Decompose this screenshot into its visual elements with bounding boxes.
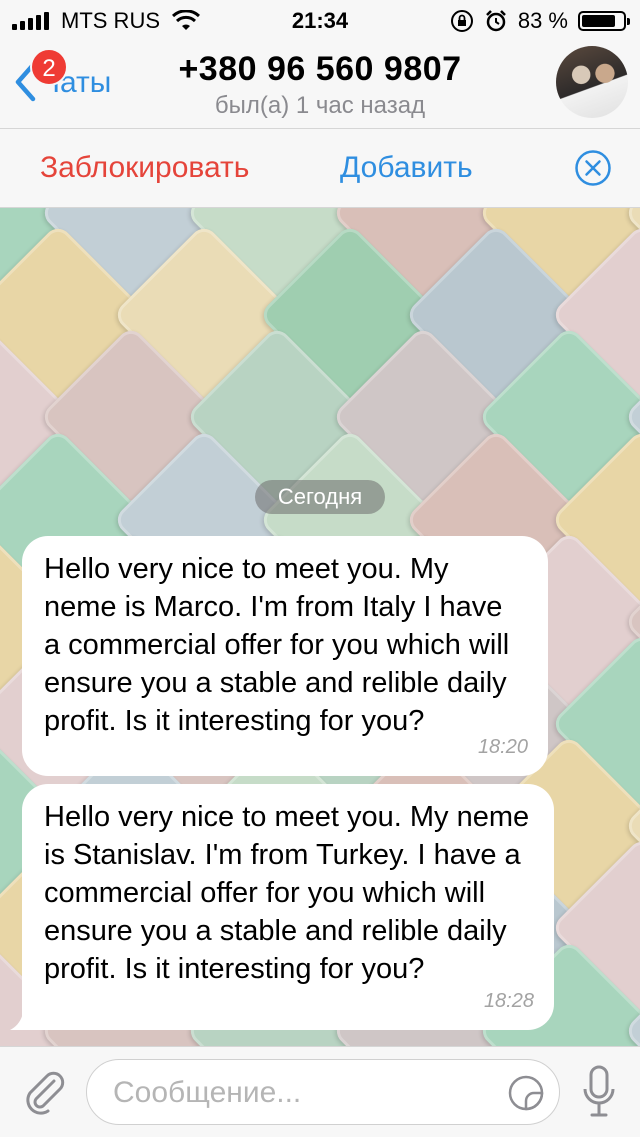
date-separator: Сегодня bbox=[255, 480, 385, 514]
sticker-icon[interactable] bbox=[507, 1074, 545, 1112]
bubble-tail bbox=[10, 1008, 38, 1030]
last-seen-status: был(а) 1 час назад bbox=[214, 92, 426, 119]
message-field bbox=[86, 1059, 560, 1126]
message-bubble[interactable]: Hello very nice to meet you. My neme is … bbox=[22, 784, 554, 1030]
message-bubble[interactable]: Hello very nice to meet you. My neme is … bbox=[22, 536, 548, 776]
battery-percent: 83 % bbox=[517, 8, 568, 33]
battery-fill bbox=[582, 15, 615, 27]
alarm-icon bbox=[485, 10, 506, 32]
avatar[interactable] bbox=[556, 46, 628, 118]
message-input[interactable] bbox=[111, 1060, 495, 1126]
attach-icon[interactable] bbox=[22, 1067, 66, 1115]
message-composer bbox=[0, 1046, 640, 1137]
spam-action-bar: Заблокировать Добавить bbox=[0, 129, 640, 208]
orientation-lock-icon bbox=[450, 10, 473, 32]
contact-phone-title[interactable]: +380 96 560 9807 bbox=[0, 50, 640, 89]
message-list[interactable]: Сегодня Hello very nice to meet you. My … bbox=[0, 208, 640, 1046]
message-text: Hello very nice to meet you. My neme is … bbox=[44, 553, 510, 737]
block-button[interactable]: Заблокировать bbox=[40, 151, 249, 185]
status-right: 83 % bbox=[450, 8, 630, 34]
message-time: 18:28 bbox=[483, 990, 534, 1012]
add-contact-button[interactable]: Добавить bbox=[340, 151, 473, 185]
microphone-icon[interactable] bbox=[582, 1065, 616, 1119]
chat-header: Чаты 2 +380 96 560 9807 был(а) 1 час наз… bbox=[0, 40, 640, 129]
battery-icon bbox=[578, 11, 630, 31]
message-time: 18:20 bbox=[477, 736, 528, 758]
message-text: Hello very nice to meet you. My neme is … bbox=[44, 801, 530, 985]
close-icon[interactable] bbox=[574, 149, 612, 187]
status-bar: MTS RUS 21:34 83 % bbox=[0, 0, 640, 40]
